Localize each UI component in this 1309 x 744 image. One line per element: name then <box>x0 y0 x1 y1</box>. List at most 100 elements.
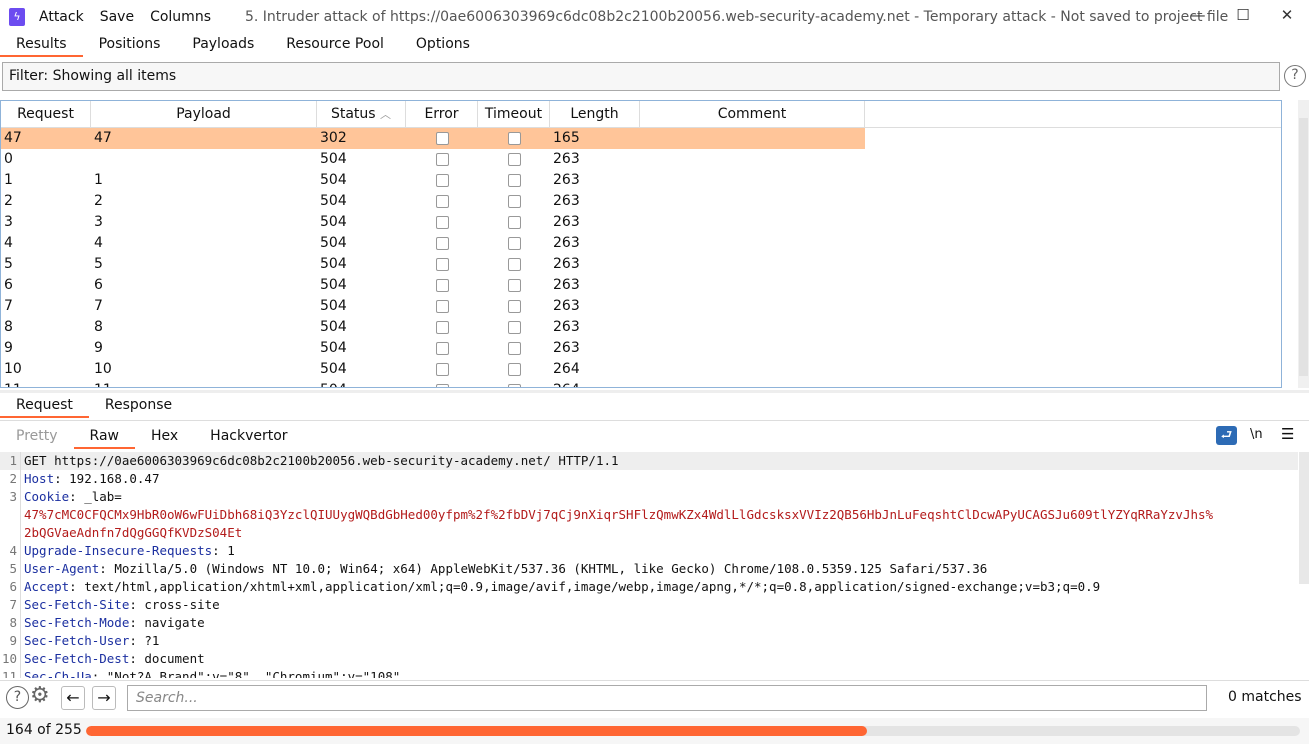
hamburger-icon[interactable]: ☰ <box>1281 425 1294 443</box>
table-row[interactable]: 5 5 504 263 <box>1 254 865 275</box>
line-number: 2 <box>0 470 21 488</box>
col-request[interactable]: Request <box>1 101 91 127</box>
cell-error <box>406 233 478 254</box>
sort-asc-icon: ︿ <box>380 108 392 121</box>
close-icon[interactable]: ✕ <box>1277 6 1297 24</box>
burp-logo-icon: ϟ <box>9 7 25 26</box>
table-row[interactable]: 4 4 504 263 <box>1 233 865 254</box>
help-icon[interactable]: ? <box>1284 65 1306 87</box>
newline-toggle[interactable]: \n <box>1250 427 1263 442</box>
col-comment[interactable]: Comment <box>640 101 865 127</box>
table-row[interactable]: 47 47 302 165 <box>1 128 865 149</box>
cell-request: 9 <box>4 340 13 356</box>
request-editor[interactable]: 1 GET https://0ae6006303969c6dc08b2c2100b… <box>0 452 1298 678</box>
cell-comment <box>640 212 865 233</box>
menu-save[interactable]: Save <box>100 9 134 25</box>
timeout-checkbox <box>507 321 521 334</box>
search-input[interactable]: Search... <box>127 685 1207 711</box>
table-scrollbar-thumb[interactable] <box>1299 118 1308 376</box>
cell-comment <box>640 296 865 317</box>
col-error[interactable]: Error <box>406 101 478 127</box>
menu-attack[interactable]: Attack <box>39 9 84 25</box>
editor-scrollbar[interactable] <box>1299 452 1309 584</box>
tab-options[interactable]: Options <box>400 33 486 57</box>
table-row[interactable]: 10 10 504 264 <box>1 359 865 380</box>
cell-length: 263 <box>553 256 580 272</box>
line-number: 6 <box>0 578 21 596</box>
editor-line: 11 Sec-Ch-Ua: "Not?A_Brand";v="8", "Chrom… <box>0 668 1298 678</box>
cell-status: 504 <box>320 172 347 188</box>
tab-payloads[interactable]: Payloads <box>176 33 270 57</box>
editor-line: 47%7cMC0CFQCMx9HbR0oW6wFUiDbh68iQ3YzclQI… <box>0 506 1298 524</box>
timeout-checkbox <box>507 132 521 145</box>
cell-length: 263 <box>553 151 580 167</box>
tab-hex[interactable]: Hex <box>135 425 194 449</box>
back-arrow-icon[interactable]: ← <box>61 686 85 710</box>
help-icon[interactable]: ? <box>6 686 29 709</box>
table-row[interactable]: 8 8 504 263 <box>1 317 865 338</box>
cell-status: 504 <box>320 277 347 293</box>
maximize-icon[interactable]: ☐ <box>1233 6 1253 24</box>
table-row[interactable]: 6 6 504 263 <box>1 275 865 296</box>
tab-hackvertor[interactable]: Hackvertor <box>194 425 303 449</box>
tab-resource-pool[interactable]: Resource Pool <box>270 33 400 57</box>
table-row[interactable]: 1 1 504 263 <box>1 170 865 191</box>
col-length[interactable]: Length <box>550 101 640 127</box>
filter-bar[interactable]: Filter: Showing all items <box>2 62 1280 91</box>
window-title: 5. Intruder attack of https://0ae6006303… <box>245 8 1229 25</box>
editor-line: 3 Cookie: _lab= <box>0 488 1298 506</box>
split-divider[interactable] <box>0 390 1309 393</box>
table-row[interactable]: 1111504264 <box>1 380 865 387</box>
minimize-icon[interactable]: — <box>1188 6 1208 24</box>
col-status[interactable]: Status ︿ <box>317 101 406 127</box>
cell-request: 6 <box>4 277 13 293</box>
cell-timeout <box>478 380 550 387</box>
cell-error <box>406 380 478 387</box>
editor-line: 8 Sec-Fetch-Mode: navigate <box>0 614 1298 632</box>
tab-response[interactable]: Response <box>89 394 188 418</box>
tab-request[interactable]: Request <box>0 394 89 418</box>
timeout-checkbox <box>507 384 521 387</box>
cell-timeout <box>478 233 550 254</box>
cell-payload: 6 <box>94 277 103 293</box>
line-number: 5 <box>0 560 21 578</box>
forward-arrow-icon[interactable]: → <box>92 686 116 710</box>
tab-raw[interactable]: Raw <box>73 425 135 449</box>
main-tabs: Results Positions Payloads Resource Pool… <box>0 33 486 57</box>
header-name: Accept <box>24 579 70 594</box>
table-row[interactable]: 2 2 504 263 <box>1 191 865 212</box>
cell-comment <box>640 128 865 149</box>
tab-positions[interactable]: Positions <box>83 33 177 57</box>
cell-request: 2 <box>4 193 13 209</box>
col-payload[interactable]: Payload <box>91 101 317 127</box>
header-value: : text/html,application/xhtml+xml,applic… <box>69 579 1101 594</box>
cell-timeout <box>478 149 550 170</box>
error-checkbox <box>435 237 449 250</box>
title-bar: ϟ Attack Save Columns 5. Intruder attack… <box>0 0 1309 33</box>
cell-request: 7 <box>4 298 13 314</box>
col-timeout[interactable]: Timeout <box>478 101 550 127</box>
cell-payload: 7 <box>94 298 103 314</box>
settings-gear-icon[interactable]: ⚙ <box>30 683 50 708</box>
cell-error <box>406 128 478 149</box>
cell-length: 263 <box>553 214 580 230</box>
editor-line: 7 Sec-Fetch-Site: cross-site <box>0 596 1298 614</box>
table-row[interactable]: 0 504 263 <box>1 149 865 170</box>
wrap-icon[interactable]: ⮐ <box>1216 426 1237 445</box>
cell-comment <box>640 380 865 387</box>
table-row[interactable]: 7 7 504 263 <box>1 296 865 317</box>
header-name: Host <box>24 471 55 486</box>
table-row[interactable]: 9 9 504 263 <box>1 338 865 359</box>
cell-error <box>406 149 478 170</box>
cell-status: 504 <box>320 361 347 377</box>
editor-line: 6 Accept: text/html,application/xhtml+xml… <box>0 578 1298 596</box>
line-number: 7 <box>0 596 21 614</box>
header-name: Sec-Fetch-Dest <box>24 651 130 666</box>
tab-pretty[interactable]: Pretty <box>0 425 74 449</box>
table-row[interactable]: 3 3 504 263 <box>1 212 865 233</box>
error-checkbox <box>435 300 449 313</box>
cell-comment <box>640 254 865 275</box>
menu-columns[interactable]: Columns <box>150 9 211 25</box>
tab-results[interactable]: Results <box>0 33 83 57</box>
cell-payload <box>91 149 317 170</box>
